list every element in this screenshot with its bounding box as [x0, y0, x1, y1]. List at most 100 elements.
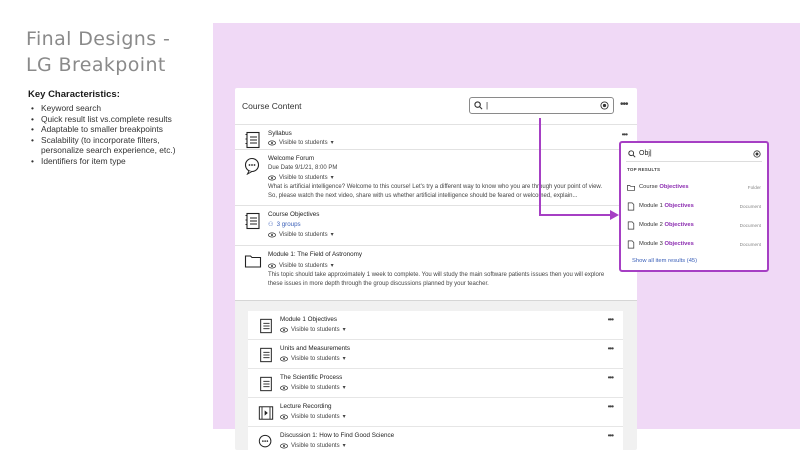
- eye-icon: [280, 414, 288, 419]
- item-title[interactable]: Syllabus: [268, 130, 292, 137]
- eye-icon: [268, 140, 276, 145]
- characteristic-item: Identifiers for item type: [30, 156, 190, 167]
- characteristic-item: Adaptable to smaller breakpoints: [30, 124, 190, 135]
- more-options-icon[interactable]: •••: [620, 99, 628, 110]
- eye-icon: [268, 175, 276, 180]
- list-item[interactable]: Welcome Forum Due Date 9/1/21, 8:00 PM V…: [235, 149, 637, 205]
- document-icon: [260, 347, 272, 363]
- list-item[interactable]: Course Objectives ⚇ 3 groups Visible to s…: [235, 205, 637, 245]
- item-title[interactable]: Course Objectives: [268, 211, 319, 218]
- chevron-down-icon: ▾: [330, 263, 334, 269]
- show-all-results-link[interactable]: Show all item results (45): [632, 258, 697, 264]
- item-title[interactable]: Discussion 1: How to Find Good Science: [280, 432, 394, 439]
- visibility-label: Visible to students: [279, 174, 328, 181]
- clear-search-icon[interactable]: [753, 150, 761, 158]
- item-title[interactable]: Module 1 Objectives: [280, 316, 337, 323]
- video-icon: [258, 406, 274, 420]
- module-item-list: Module 1 Objectives Visible to students ▾…: [248, 311, 623, 450]
- characteristics-list: Keyword search Quick result list vs.comp…: [30, 103, 190, 167]
- visibility-dropdown[interactable]: Visible to students ▾: [280, 326, 346, 333]
- result-name: Module 1 Objectives: [639, 203, 694, 209]
- document-icon: [260, 318, 272, 334]
- document-icon: [245, 212, 260, 230]
- item-description: What is artificial intelligence? Welcome…: [268, 184, 603, 200]
- course-content-title: Course Content: [242, 101, 302, 111]
- search-icon: [474, 101, 483, 110]
- course-content-panel: Course Content | ••• Syllabus Visible to…: [235, 88, 637, 450]
- list-item[interactable]: Module 1: The Field of Astronomy Visible…: [235, 245, 637, 295]
- result-name: Module 2 Objectives: [639, 222, 694, 228]
- visibility-dropdown[interactable]: Visible to students ▾: [268, 139, 334, 146]
- item-more-icon[interactable]: •••: [608, 431, 614, 440]
- item-more-icon[interactable]: •••: [608, 344, 614, 353]
- item-title[interactable]: Lecture Recording: [280, 403, 331, 410]
- item-more-icon[interactable]: •••: [608, 373, 614, 382]
- document-icon: [245, 131, 260, 149]
- item-more-icon[interactable]: •••: [622, 130, 628, 139]
- visibility-dropdown[interactable]: Visible to students ▾: [280, 442, 346, 449]
- result-name-prefix: Module 1: [639, 203, 665, 209]
- module-item[interactable]: The Scientific Process Visible to studen…: [248, 369, 623, 398]
- visibility-label: Visible to students: [279, 231, 328, 238]
- item-description: This topic should take approximately 1 w…: [268, 272, 605, 288]
- document-icon: [627, 202, 635, 211]
- visibility-dropdown[interactable]: Visible to students ▾: [268, 174, 334, 181]
- module-item[interactable]: Discussion 1: How to Find Good Science V…: [248, 427, 623, 450]
- folder-icon: [627, 185, 635, 191]
- search-result-item[interactable]: Course Objectives Folder: [621, 179, 767, 197]
- result-name-match: Objectives: [664, 241, 694, 247]
- item-title[interactable]: Welcome Forum: [268, 155, 314, 162]
- characteristics-heading: Key Characteristics:: [28, 89, 120, 100]
- chevron-down-icon: ▾: [342, 443, 346, 449]
- chevron-down-icon: ▾: [342, 356, 346, 362]
- eye-icon: [268, 263, 276, 268]
- result-name-prefix: Course: [639, 184, 660, 190]
- page-title: Final Designs - LG Breakpoint: [26, 28, 171, 76]
- search-result-item[interactable]: Module 3 Objectives Document: [621, 236, 767, 254]
- visibility-label: Visible to students: [291, 355, 340, 362]
- visibility-label: Visible to students: [291, 384, 340, 391]
- visibility-dropdown[interactable]: Visible to students ▾: [280, 355, 346, 362]
- module-contents: Module 1 Objectives Visible to students ▾…: [235, 300, 637, 450]
- result-name: Course Objectives: [639, 184, 689, 190]
- characteristic-item: Quick result list vs.complete results: [30, 114, 190, 125]
- search-input[interactable]: |: [469, 97, 614, 114]
- groups-icon: ⚇: [268, 221, 274, 228]
- item-more-icon[interactable]: •••: [608, 402, 614, 411]
- item-more-icon[interactable]: •••: [608, 315, 614, 324]
- module-item[interactable]: Module 1 Objectives Visible to students ▾…: [248, 311, 623, 340]
- visibility-label: Visible to students: [291, 326, 340, 333]
- result-type: Document: [739, 223, 761, 228]
- eye-icon: [280, 385, 288, 390]
- search-result-item[interactable]: Module 2 Objectives Document: [621, 217, 767, 235]
- visibility-dropdown[interactable]: Visible to students ▾: [280, 384, 346, 391]
- search-icon: [628, 150, 636, 158]
- visibility-dropdown[interactable]: Visible to students ▾: [268, 231, 334, 238]
- visibility-label: Visible to students: [279, 262, 328, 269]
- item-title[interactable]: Module 1: The Field of Astronomy: [268, 251, 362, 258]
- module-item[interactable]: Lecture Recording Visible to students ▾ •…: [248, 398, 623, 427]
- dropdown-search-input[interactable]: Obj|: [626, 148, 762, 162]
- visibility-label: Visible to students: [279, 139, 328, 146]
- clear-search-icon[interactable]: [600, 101, 609, 110]
- result-name-prefix: Module 2: [639, 222, 665, 228]
- visibility-dropdown[interactable]: Visible to students ▾: [268, 262, 334, 269]
- results-header: TOP RESULTS: [627, 167, 661, 172]
- list-item[interactable]: Syllabus Visible to students ▾ •••: [235, 124, 637, 149]
- result-name-match: Objectives: [659, 184, 689, 190]
- characteristic-item: Scalability (to incorporate filters, per…: [30, 135, 190, 156]
- item-title[interactable]: The Scientific Process: [280, 374, 342, 381]
- document-icon: [260, 376, 272, 392]
- module-item[interactable]: Units and Measurements Visible to studen…: [248, 340, 623, 369]
- groups-link[interactable]: ⚇ 3 groups: [268, 221, 301, 228]
- result-type: Document: [739, 204, 761, 209]
- item-title[interactable]: Units and Measurements: [280, 345, 350, 352]
- search-result-item[interactable]: Module 1 Objectives Document: [621, 198, 767, 216]
- eye-icon: [268, 232, 276, 237]
- chevron-down-icon: ▾: [342, 327, 346, 333]
- eye-icon: [280, 443, 288, 448]
- eye-icon: [280, 327, 288, 332]
- search-input-value: |: [486, 101, 489, 110]
- eye-icon: [280, 356, 288, 361]
- visibility-dropdown[interactable]: Visible to students ▾: [280, 413, 346, 420]
